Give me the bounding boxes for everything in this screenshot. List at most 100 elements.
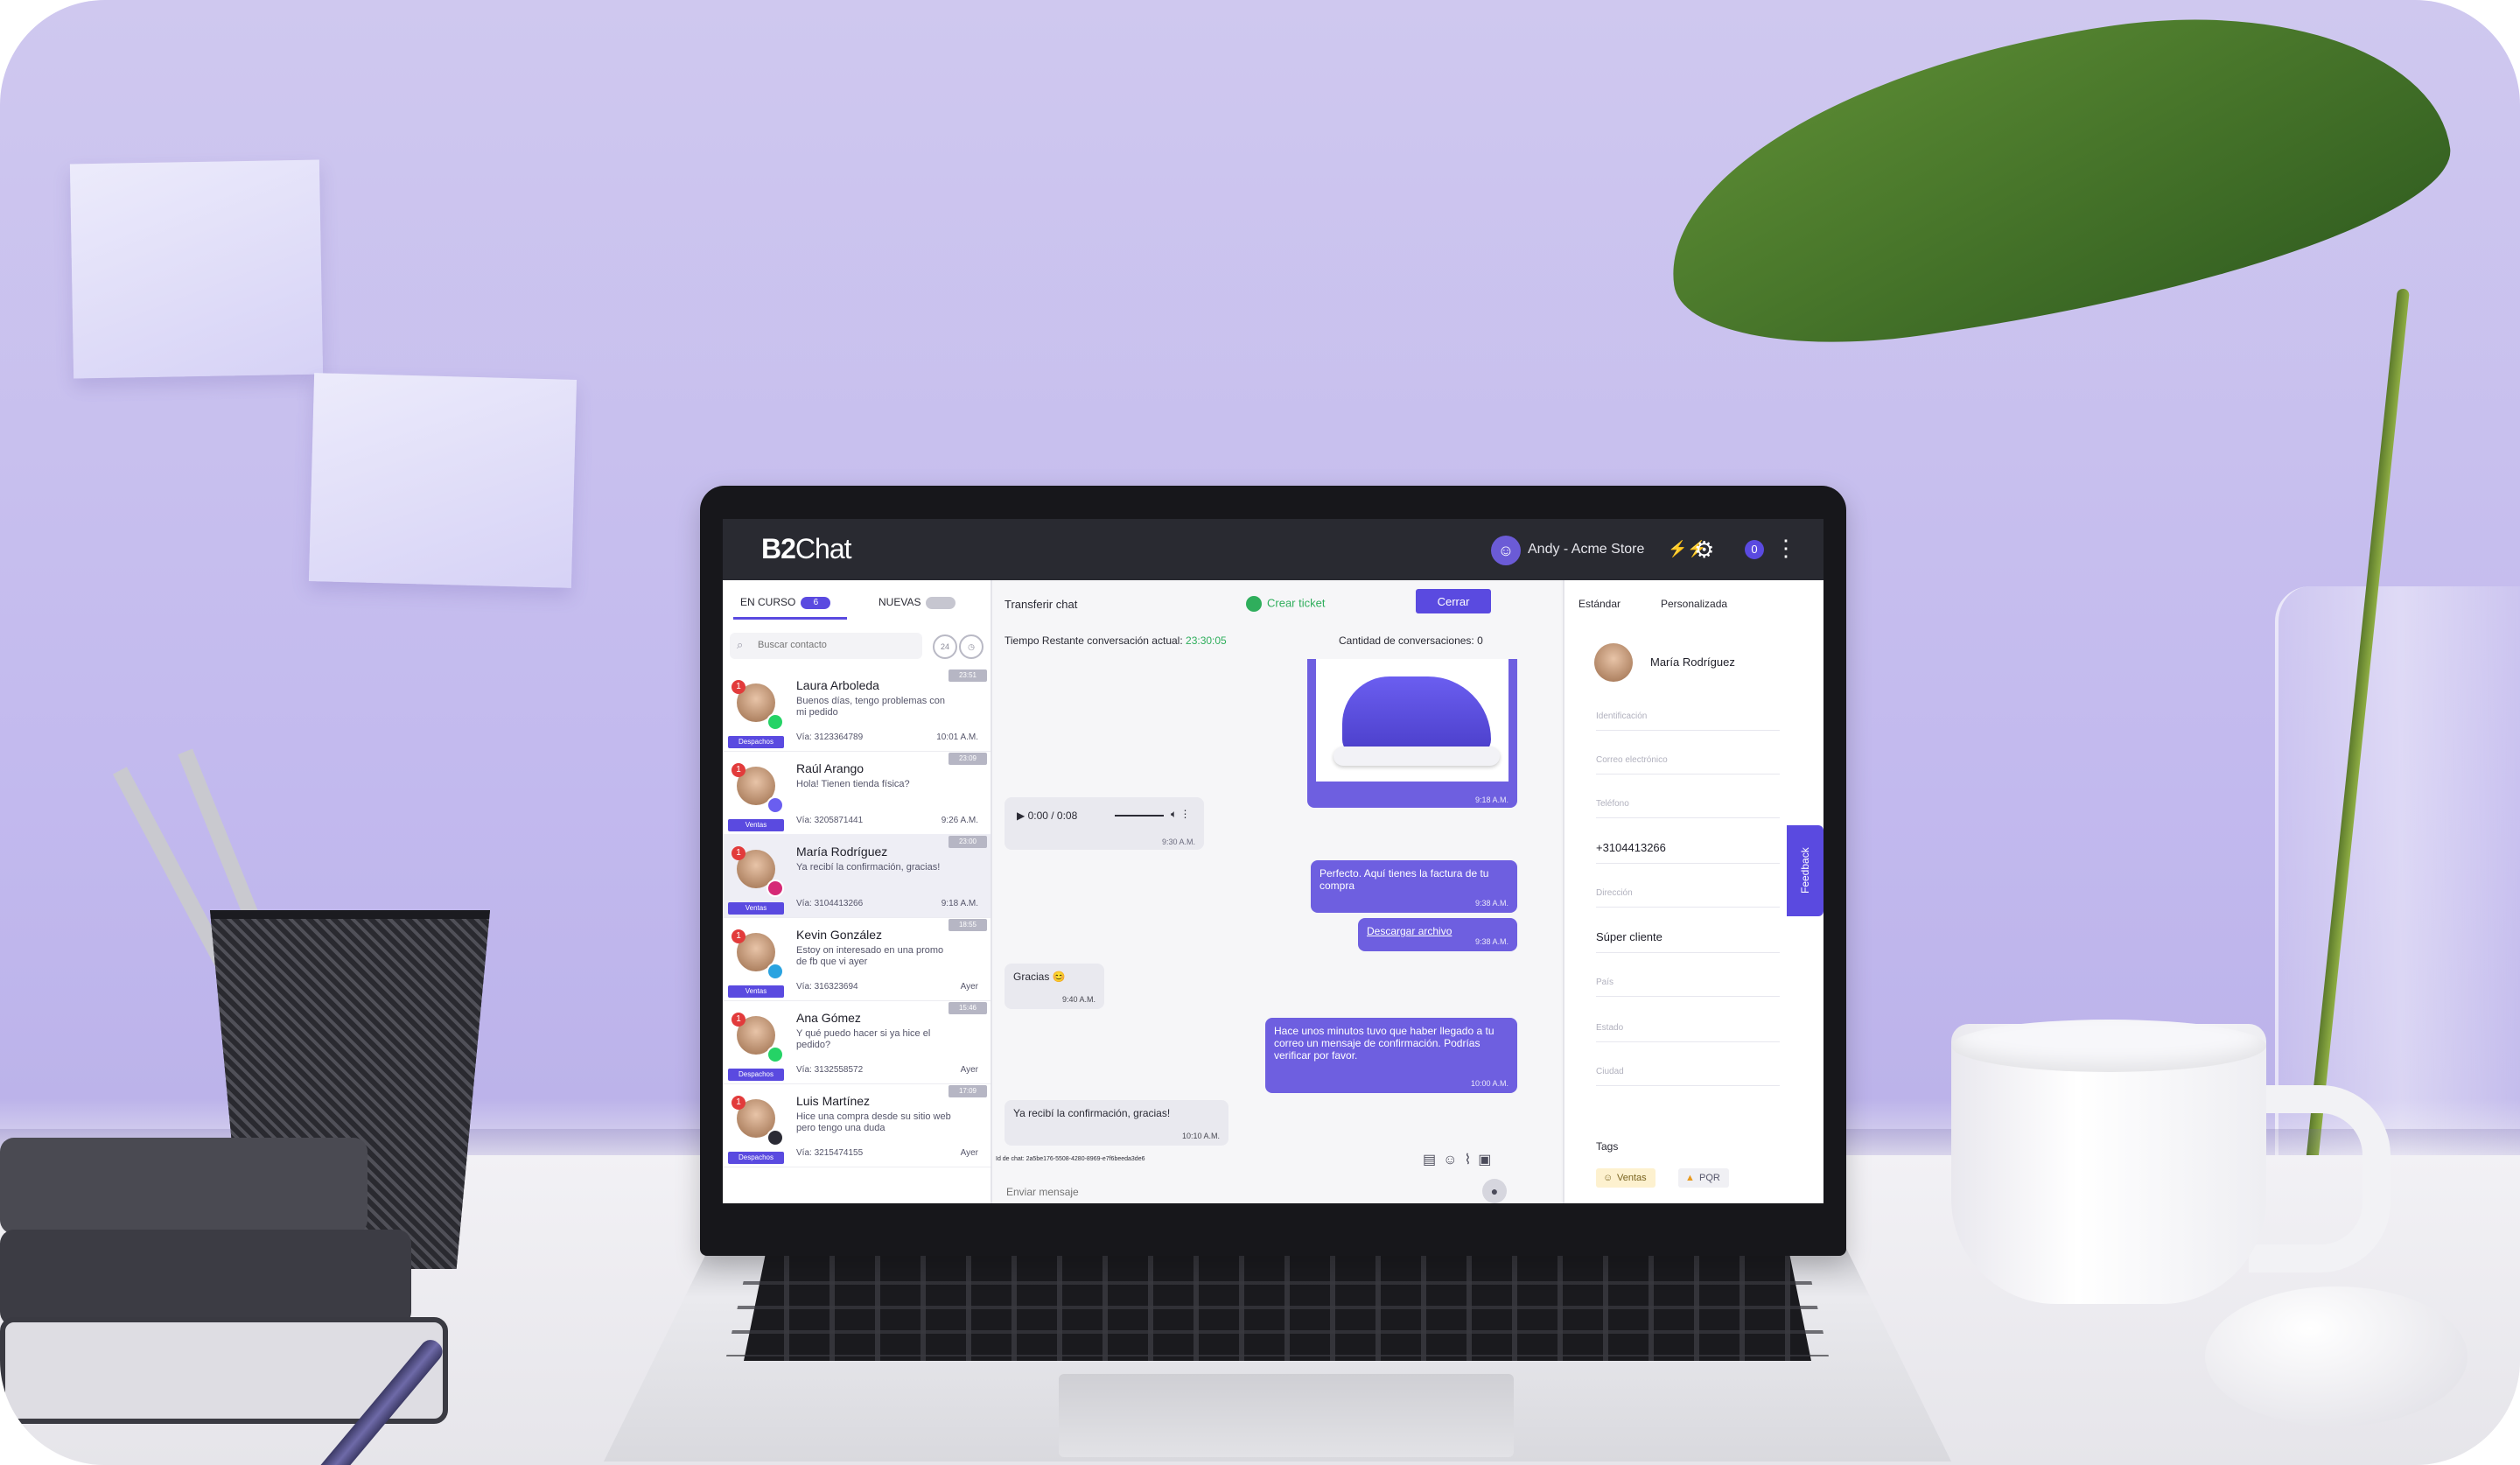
cup-handle <box>2249 1085 2390 1272</box>
list-item[interactable]: 1 17:09 Luis Martínez Hice una compra de… <box>723 1083 990 1167</box>
notification-badge[interactable]: 0 <box>1745 540 1764 559</box>
contact-last-message: Estoy on interesado en una promo de fb q… <box>796 945 944 967</box>
timer-badge: 23:09 <box>948 753 987 765</box>
b2chat-logo: B2Chat <box>761 533 851 564</box>
timer-badge: 23:51 <box>948 669 987 682</box>
message-list: 9:18 A.M. ▶ 0:00 / 0:08 🔈︎ ⋮ 9:30 A.M. P… <box>992 659 1561 1149</box>
address-field[interactable]: Dirección <box>1596 888 1780 908</box>
tags-label: Tags <box>1596 1140 1619 1153</box>
contact-name: Raúl Arango <box>796 761 864 775</box>
feedback-button[interactable]: Feedback <box>1787 825 1824 916</box>
department-tag: Despachos <box>728 1152 784 1164</box>
department-tag: Despachos <box>728 736 784 748</box>
department-tag: Ventas <box>728 819 784 831</box>
tag-icon: ☺ <box>1603 1173 1614 1183</box>
tag-ventas[interactable]: ☺ Ventas <box>1596 1168 1656 1188</box>
attach-icon[interactable]: ⌇ <box>1464 1153 1478 1167</box>
contact-name: Ana Gómez <box>796 1011 861 1025</box>
outgoing-message: Hace unos minutos tuvo que haber llegado… <box>1265 1018 1517 1093</box>
identification-field[interactable]: Identificación <box>1596 711 1780 731</box>
notebook <box>0 1138 368 1234</box>
tab-estandar[interactable]: Estándar <box>1578 598 1620 610</box>
computer-mouse <box>2205 1286 2468 1426</box>
unread-badge: 1 <box>732 1013 746 1027</box>
incoming-message: Gracias 😊 9:40 A.M. <box>1004 964 1104 1009</box>
desk-scene: B2Chat ☺ Andy - Acme Store ⚡⚡ ⚙ 0 ⋮ EN C… <box>0 0 2520 1465</box>
emoji-icon[interactable]: ☺ <box>1443 1153 1464 1167</box>
image-icon[interactable]: ▣ <box>1478 1153 1498 1167</box>
clock-icon[interactable]: ◷ <box>959 634 984 659</box>
agent-avatar[interactable]: ☺ <box>1491 536 1521 565</box>
audio-progress[interactable] <box>1115 815 1164 817</box>
contact-via: Vía: 3104413266 <box>796 899 864 908</box>
list-item[interactable]: 1 15:46 Ana Gómez Y qué puedo hacer si y… <box>723 1000 990 1084</box>
state-field[interactable]: Estado <box>1596 1023 1780 1042</box>
timer-badge: 15:46 <box>948 1002 987 1014</box>
shoe-image <box>1316 659 1508 782</box>
phone-label[interactable]: Teléfono <box>1596 799 1780 818</box>
tag-pqr[interactable]: ▲ PQR <box>1678 1168 1729 1188</box>
instagram-icon <box>766 880 784 897</box>
telegram-icon <box>766 963 784 980</box>
more-options-icon[interactable]: ⋮ <box>1774 535 1797 562</box>
message-input[interactable] <box>1004 1181 1475 1203</box>
unread-badge: 1 <box>732 929 746 943</box>
contact-search[interactable]: ⌕ <box>730 633 922 659</box>
department-tag: Ventas <box>728 902 784 915</box>
chat-id: Id de chat: 2a5be176-5508-4280-8969-e7f6… <box>996 1156 1145 1162</box>
tab-en-curso[interactable]: EN CURSO 6 <box>740 596 831 609</box>
notebook <box>0 1230 411 1326</box>
phone-field[interactable]: +3104413266 <box>1596 841 1780 864</box>
chat-panel: Transferir chat Crear ticket Cerrar Tiem… <box>992 580 1561 1203</box>
contact-name: Luis Martínez <box>796 1094 871 1108</box>
city-field[interactable]: Ciudad <box>1596 1067 1780 1086</box>
sticky-note <box>69 159 324 379</box>
contact-time: Ayer <box>960 1148 978 1158</box>
tab-nuevas[interactable]: NUEVAS <box>878 596 956 609</box>
search-input[interactable] <box>756 639 917 651</box>
list-item[interactable]: 1 23:00 María Rodríguez Ya recibí la con… <box>723 834 990 918</box>
quick-replies-icon[interactable]: ▤ <box>1423 1153 1443 1167</box>
laptop-screen: B2Chat ☺ Andy - Acme Store ⚡⚡ ⚙ 0 ⋮ EN C… <box>723 519 1824 1203</box>
agent-name[interactable]: Andy - Acme Store <box>1528 542 1644 557</box>
country-field[interactable]: País <box>1596 978 1780 997</box>
close-chat-button[interactable]: Cerrar <box>1416 589 1491 613</box>
gear-icon[interactable]: ⚙ <box>1694 536 1714 564</box>
warning-icon: ▲ <box>1685 1173 1695 1183</box>
contact-via: Vía: 3123364789 <box>796 732 864 742</box>
download-file-link[interactable]: Descargar archivo <box>1367 925 1452 937</box>
list-item[interactable]: 1 23:51 Laura Arboleda Buenos días, teng… <box>723 668 990 752</box>
contact-via: Vía: 3215474155 <box>796 1148 864 1158</box>
file-message[interactable]: Descargar archivo 9:38 A.M. <box>1358 918 1517 951</box>
email-field[interactable]: Correo electrónico <box>1596 755 1780 775</box>
contact-time: 10:01 A.M. <box>936 732 978 742</box>
incoming-message: Ya recibí la confirmación, gracias! 10:1… <box>1004 1100 1228 1146</box>
outgoing-message: Perfecto. Aquí tienes la factura de tu c… <box>1311 860 1517 913</box>
unread-badge: 1 <box>732 763 746 777</box>
contact-via: Vía: 3205871441 <box>796 816 864 825</box>
audio-message[interactable]: ▶ 0:00 / 0:08 🔈︎ ⋮ 9:30 A.M. <box>1004 797 1204 850</box>
contact-via: Vía: 316323694 <box>796 982 858 992</box>
tab-personalizada[interactable]: Personalizada <box>1661 598 1727 610</box>
contact-last-message: Buenos días, tengo problemas con mi pedi… <box>796 696 946 718</box>
avatar <box>1594 643 1633 682</box>
contact-name: Kevin González <box>796 928 883 942</box>
customer-type-field[interactable]: Súper cliente <box>1596 930 1780 953</box>
volume-icon[interactable]: 🔈︎ ⋮ <box>1171 808 1191 821</box>
conversations-panel: EN CURSO6 NUEVAS ⌕ 24 ◷ 1 23:51 Laura Ar… <box>723 580 992 1203</box>
sticky-note <box>308 373 578 588</box>
unread-badge: 1 <box>732 680 746 694</box>
list-item[interactable]: 1 23:09 Raúl Arango Hola! Tienen tienda … <box>723 751 990 835</box>
contact-info-panel: Estándar Personalizada María Rodríguez I… <box>1563 580 1824 1203</box>
microphone-icon[interactable]: ● <box>1482 1179 1507 1203</box>
create-ticket-button[interactable]: Crear ticket <box>1246 596 1325 612</box>
filter-icon[interactable]: 24 <box>933 634 957 659</box>
timer-badge: 17:09 <box>948 1085 987 1097</box>
list-item[interactable]: 1 18:55 Kevin González Estoy on interesa… <box>723 917 990 1001</box>
transfer-chat-select[interactable]: Transferir chat <box>1004 598 1077 611</box>
ticket-icon <box>1246 596 1262 612</box>
contact-last-message: Ya recibí la confirmación, gracias! <box>796 862 941 873</box>
image-message[interactable]: 9:18 A.M. <box>1307 659 1517 808</box>
department-tag: Ventas <box>728 985 784 998</box>
contact-time: 9:26 A.M. <box>941 816 978 825</box>
